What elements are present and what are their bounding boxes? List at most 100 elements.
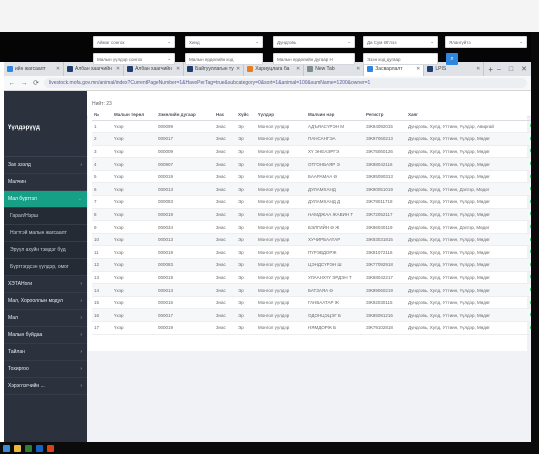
table-cell: Үхэр — [112, 296, 156, 310]
table-cell: Эр — [236, 233, 256, 247]
table-cell: БЭЛГИЙН Ө Ж — [306, 220, 364, 234]
sidebar-item[interactable]: Малын бүйдаа › — [4, 327, 87, 344]
sidebar-item-label: Малчин — [8, 179, 26, 185]
tab-favicon-icon — [67, 66, 74, 72]
back-icon[interactable]: ← — [8, 80, 16, 87]
sidebar-item[interactable]: Мал бүртгэл ⌄ — [4, 191, 87, 208]
table-cell: 8 — [92, 208, 112, 222]
table-cell: Дундговь, Хулд, Уттиин, Үүлдэр, Мөдөг — [406, 170, 530, 184]
table-cell: Монгол үүлдэр — [256, 283, 306, 297]
reload-icon[interactable]: ⟳ — [32, 79, 40, 87]
table-cell: ЗЖ86040119 — [364, 220, 406, 234]
table-row[interactable]: 13 Үхэр 000019 3нас Эр Монгол үүлдэр УЛААНХҮҮ … — [92, 271, 539, 285]
table-cell: Эр — [236, 308, 256, 322]
sidebar-item[interactable]: Нэгтгэй малын жагсаалт — [4, 225, 87, 242]
column-header[interactable]: № — [92, 110, 112, 121]
file-explorer-icon[interactable] — [14, 444, 21, 452]
column-header[interactable]: Малын төрөл — [112, 110, 156, 121]
table-row[interactable]: 9 Үхэр 000034 3нас Эр Монгол үүлдэр БЭЛГИЙН Ө … — [92, 220, 539, 234]
table-cell: Эр — [236, 271, 256, 285]
table-row[interactable]: 6 Үхэр 000013 3нас Эр Монгол үүлдэр ДУЛАМХАНД З… — [92, 182, 539, 197]
table-cell: Монгол үүлдэр — [256, 132, 306, 146]
table-cell: ПҮРЭВДОРЖ — [306, 245, 364, 260]
sidebar-item[interactable]: Тохиргоо › — [4, 361, 87, 378]
sidebar-item[interactable]: Гарал/Нэрш — [4, 208, 87, 225]
table-row[interactable]: 14 Үхэр 000013 3нас Эр Монгол үүлдэр БАТЗАЯА Ө… — [92, 283, 539, 297]
table-row[interactable]: 8 Үхэр 000019 3нас Эр Монгол үүлдэр НАМДЖАА ЖА… — [92, 208, 539, 222]
table-cell: Эр — [236, 245, 256, 260]
table-cell: Дундговь, Хулд, Уттиин, Үүлдэр, Авиргай — [406, 120, 530, 134]
sidebar-item[interactable]: Хэрэглэгчийн ... › — [4, 378, 87, 395]
table-cell: Үхэр — [112, 258, 156, 272]
table-cell: Дундговь, Хулд, Уттиин, Үүлдэр, Мөдөг — [406, 132, 530, 146]
url-field[interactable]: livestock.mofa.gov.mn/animal/index?Curre… — [44, 78, 527, 88]
sidebar-item[interactable]: Зах зээлд › — [4, 157, 87, 174]
column-header[interactable]: Малчин нэр — [306, 110, 364, 121]
table-cell: Монгол үүлдэр — [256, 271, 306, 285]
table-row[interactable]: 1 Үхэр 000099 3нас Эр Монгол үүлдэр АДЪЯАСҮРЭН… — [92, 120, 539, 134]
table-row[interactable]: 4 Үхэр 000907 3нас Эр Монгол үүлдэр ОТГОНБАЯР … — [92, 157, 539, 171]
tab-close-icon[interactable]: ✕ — [56, 66, 60, 72]
sidebar: Үүлдэрүүд Зах зээлд › Малчин Мал бүртгэл ⌄ Га… — [4, 91, 87, 442]
animal-code-input[interactable]: Малын ердөлийн код — [185, 53, 263, 65]
chrome-icon[interactable] — [47, 444, 54, 452]
sidebar-item-label: Зах зээлд — [8, 162, 31, 168]
table-row[interactable]: 10 Үхэр 000013 3нас Эр Монгол үүлдэр ХУЧИРБААТ… — [92, 233, 539, 247]
sidebar-item[interactable]: Малчин — [4, 174, 87, 191]
word-icon[interactable] — [36, 444, 43, 452]
sidebar-item[interactable]: Бүртгэгдсэн үүлдэр, омог — [4, 259, 87, 276]
chevron-icon: › — [80, 162, 82, 168]
sidebar-item[interactable]: Мал, Хорооллын модул › — [4, 293, 87, 310]
table-row[interactable]: 2 Үхэр 000017 3нас Эр Монгол үүлдэр ПАНСАНГЭА З… — [92, 132, 539, 146]
table-row[interactable]: 3 Үхэр 000009 3нас Эр Монгол үүлдэр ХҮ ЭНЕАЭРГ… — [92, 145, 539, 159]
table-cell: 11 — [92, 245, 112, 260]
browser-tab[interactable]: ийн жагсаалт ✕ — [4, 62, 65, 76]
table-cell: 000019 — [156, 245, 214, 260]
table-cell: Дундговь, Хулд, Уттиин, Үүлдэр, Мөдөг — [406, 195, 530, 209]
table-row[interactable]: 16 Үхэр 000017 3нас Эр Монгол үүлдэр ОДОНЦЭЦЭГ… — [92, 308, 539, 322]
sidebar-item[interactable]: ХЭТАНоги › — [4, 276, 87, 293]
table-cell: Монгол үүлдэр — [256, 220, 306, 234]
column-header[interactable]: Хүйс — [236, 110, 256, 121]
table-cell: Монгол үүлдэр — [256, 195, 306, 209]
table-row[interactable]: 7 Үхэр 000083 3нас Эр Монгол үүлдэр ДУЛАМХАНД … — [92, 195, 539, 209]
sidebar-item[interactable]: Тайлан › — [4, 344, 87, 361]
table-cell: 3нас — [214, 296, 236, 310]
windows-start-icon[interactable] — [3, 444, 10, 452]
taskbar — [0, 442, 70, 454]
table-row[interactable]: 5 Үхэр 000019 3нас Эр Монгол үүлдэр БААРАМАА Ө… — [92, 170, 539, 184]
table-cell: 3нас — [214, 321, 236, 335]
forward-icon[interactable]: → — [20, 80, 28, 87]
sidebar-item[interactable]: Эрүүл ахуйн тэмдэг бүд — [4, 242, 87, 259]
status-select[interactable]: Ялангүйтэ ⌄ — [445, 36, 527, 48]
bag-select[interactable]: Да Сум ӨГлээ ⌄ — [363, 36, 438, 48]
district-select[interactable]: Дундговь ⌄ — [273, 36, 355, 48]
sidebar-item-label: ХЭТАНоги — [8, 281, 32, 287]
sum-select[interactable]: Хинд ⌄ — [185, 36, 263, 48]
monitor-bezel-bottom — [0, 442, 539, 454]
animal-number-input[interactable]: Малын ердөлийн дугаар Н — [273, 53, 355, 65]
owner-code-input[interactable]: Эзэн код дугаар — [363, 53, 438, 65]
aimag-select[interactable]: Аймаг сонгох ⌄ — [93, 36, 175, 48]
table-cell: Дундговь, Хулд, Уттиин, Үүлдэр, Мөдөг — [406, 296, 530, 310]
table-cell: 000083 — [156, 195, 214, 209]
excel-icon[interactable] — [25, 444, 32, 452]
table-row[interactable]: 15 Үхэр 000016 3нас Эр Монгол үүлдэр ГАНБААТАР… — [92, 296, 539, 310]
table-cell: ЗЖ79102818 — [364, 321, 406, 335]
column-header[interactable]: Зэкөлийн дугаар — [156, 110, 214, 121]
table-cell: Эр — [236, 283, 256, 297]
table-row[interactable]: 12 Үхэр 000083 3нас Эр Монгол үүлдэр ЦЭНДСҮРЭН… — [92, 258, 539, 272]
table-row[interactable]: 17 Үхэр 000019 3нас Эр Монгол үүлдэр НЯМДОРЖ Б… — [92, 321, 539, 335]
column-header[interactable]: Регистр — [364, 110, 406, 121]
sidebar-item[interactable]: Мал › — [4, 310, 87, 327]
table-cell: ЗЖ84092015 — [364, 120, 406, 134]
column-header[interactable]: Нас — [214, 110, 236, 121]
sidebar-brand: Үүлдэрүүд — [4, 91, 87, 157]
column-header[interactable]: Үүлдэр — [256, 110, 306, 121]
table-cell: 13 — [92, 271, 112, 285]
search-button[interactable]: ⌕ — [446, 53, 458, 65]
table-row[interactable]: 11 Үхэр 000019 3нас Эр Монгол үүлдэр ПҮРЭВДОРЖ… — [92, 245, 539, 260]
table-cell: Эр — [236, 208, 256, 222]
breed-select[interactable]: Малын үүлдэр сонгох ⌄ — [93, 53, 175, 65]
column-header[interactable]: Хаяг — [406, 110, 530, 121]
